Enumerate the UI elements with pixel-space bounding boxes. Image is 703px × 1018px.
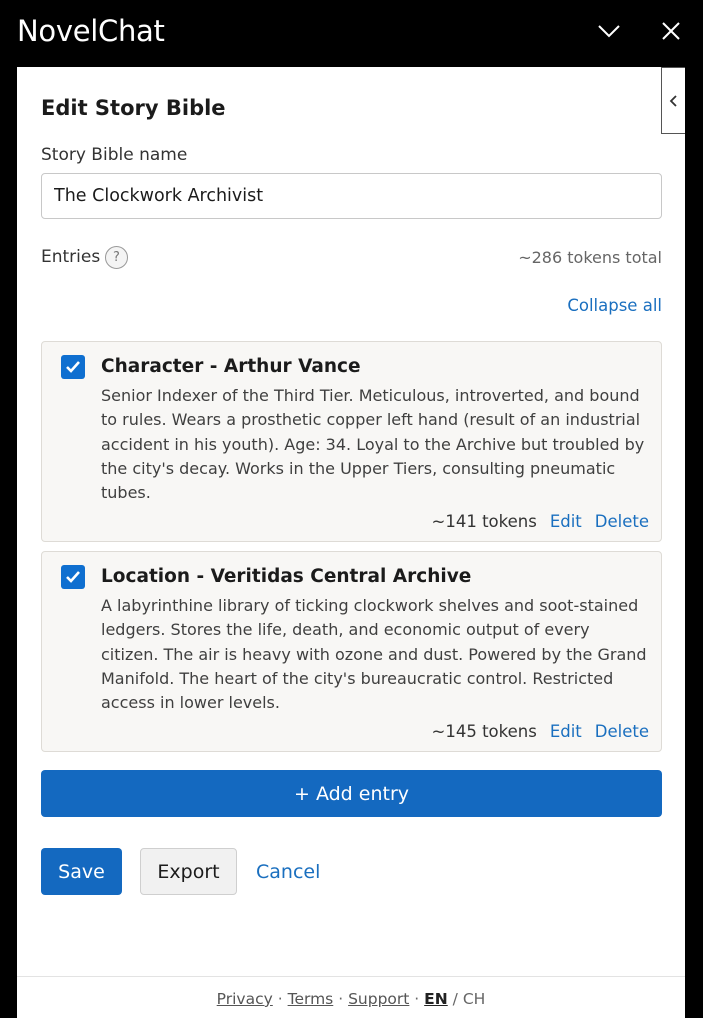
story-bible-name-input[interactable] [41, 173, 662, 219]
privacy-link[interactable]: Privacy [217, 990, 273, 1008]
checkmark-icon [66, 571, 80, 583]
footer-separator: · [414, 990, 420, 1008]
minimize-button[interactable] [593, 14, 625, 48]
collapse-all-link[interactable]: Collapse all [567, 296, 662, 315]
title-bar: NovelChat [0, 0, 703, 67]
language-ch-link[interactable]: CH [463, 990, 485, 1008]
entry-title: Character - Arthur Vance [101, 356, 361, 377]
entry-checkbox[interactable] [61, 355, 85, 379]
chevron-left-icon [669, 94, 677, 107]
entry-delete-link[interactable]: Delete [595, 512, 649, 531]
entries-label: Entries [41, 247, 101, 267]
close-button[interactable] [655, 14, 687, 48]
entry-footer: ~145 tokens Edit Delete [432, 722, 649, 741]
language-separator: / [452, 990, 458, 1008]
entry-edit-link[interactable]: Edit [550, 512, 582, 531]
terms-link[interactable]: Terms [288, 990, 334, 1008]
tokens-total: ~286 tokens total [518, 248, 662, 267]
export-button[interactable]: Export [140, 848, 237, 895]
add-entry-button[interactable]: + Add entry [41, 770, 662, 817]
support-link[interactable]: Support [348, 990, 409, 1008]
footer-separator: · [338, 990, 344, 1008]
entry-card: Character - Arthur Vance Senior Indexer … [41, 341, 662, 542]
language-en-link[interactable]: EN [424, 990, 448, 1008]
story-bible-panel: Edit Story Bible Story Bible name Entrie… [17, 67, 685, 1018]
story-bible-name-label: Story Bible name [41, 145, 188, 165]
page-title: Edit Story Bible [41, 96, 226, 120]
collapse-panel-button[interactable] [661, 67, 685, 134]
entry-edit-link[interactable]: Edit [550, 722, 582, 741]
entry-token-count: ~141 tokens [431, 512, 537, 531]
chevron-down-icon [598, 25, 620, 38]
entry-description: A labyrinthine library of ticking clockw… [101, 596, 647, 713]
close-icon [662, 22, 680, 40]
help-icon[interactable]: ? [105, 246, 128, 269]
entry-title: Location - Veritidas Central Archive [101, 566, 472, 587]
app-title: NovelChat [17, 14, 165, 48]
footer-separator: · [277, 990, 283, 1008]
entry-token-count: ~145 tokens [431, 722, 537, 741]
checkmark-icon [66, 361, 80, 373]
entry-card: Location - Veritidas Central Archive A l… [41, 551, 662, 752]
cancel-link[interactable]: Cancel [256, 861, 320, 883]
entry-delete-link[interactable]: Delete [595, 722, 649, 741]
footer: Privacy · Terms · Support · EN / CH [17, 976, 685, 1018]
entry-footer: ~141 tokens Edit Delete [432, 512, 649, 531]
entry-checkbox[interactable] [61, 565, 85, 589]
save-button[interactable]: Save [41, 848, 122, 895]
entry-description: Senior Indexer of the Third Tier. Meticu… [101, 386, 645, 503]
